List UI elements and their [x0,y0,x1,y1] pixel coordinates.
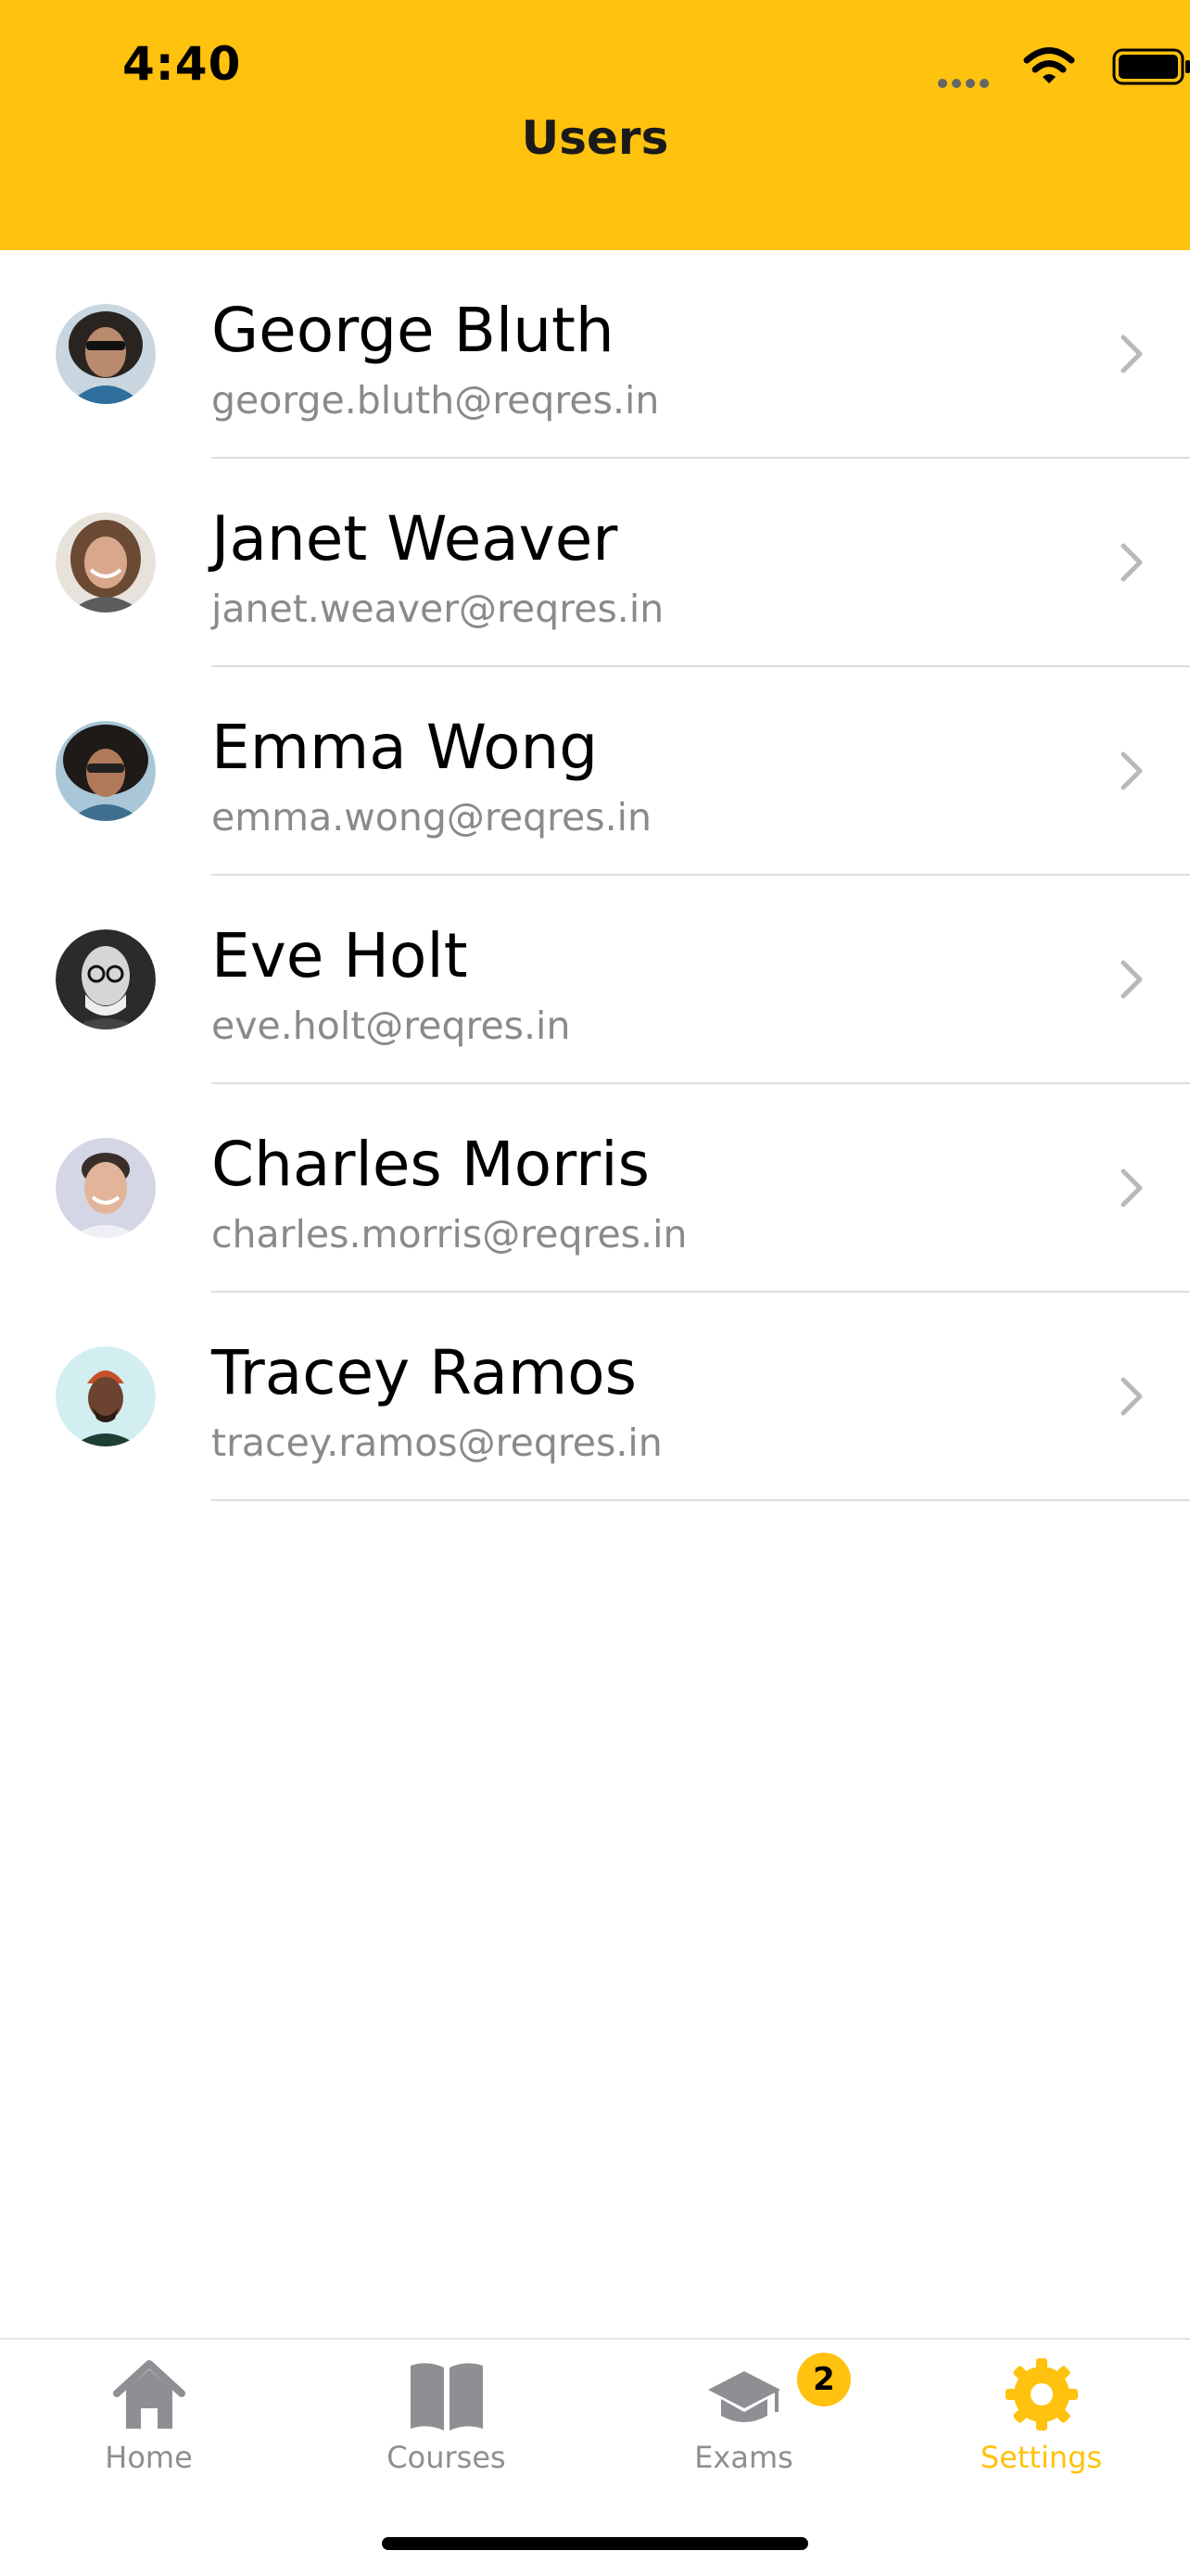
user-email: janet.weaver@reqres.in [211,587,665,631]
cellular-signal-icon [938,74,994,92]
user-list: George Bluth george.bluth@reqres.in Jane… [0,250,1190,1501]
chevron-right-icon [1120,335,1143,373]
nav-header: 4:40 Users [0,0,1190,250]
exams-badge: 2 [797,2353,851,2406]
chevron-right-icon [1120,960,1143,999]
graduation-cap-icon [708,2371,780,2422]
user-avatar [56,512,156,612]
user-row[interactable]: Charles Morris charles.morris@reqres.in [0,1084,1190,1293]
user-row[interactable]: Emma Wong emma.wong@reqres.in [0,667,1190,876]
tab-label: Settings [980,2440,1103,2475]
user-email: emma.wong@reqres.in [211,795,652,840]
chevron-right-icon [1120,1377,1143,1416]
user-row[interactable]: Eve Holt eve.holt@reqres.in [0,876,1190,1084]
book-icon [411,2363,483,2431]
battery-icon [1112,48,1190,85]
user-email: eve.holt@reqres.in [211,1004,571,1048]
tab-label: Exams [694,2440,793,2475]
user-row[interactable]: Tracey Ramos tracey.ramos@reqres.in [0,1293,1190,1501]
tab-exams[interactable]: 2 Exams [595,2340,892,2488]
wifi-icon [1023,47,1075,83]
home-icon [113,2360,185,2429]
user-avatar [56,721,156,821]
user-avatar [56,1346,156,1446]
chevron-right-icon [1120,751,1143,790]
chevron-right-icon [1120,1168,1143,1207]
page-title: Users [521,111,669,165]
user-avatar [56,1138,156,1238]
user-email: charles.morris@reqres.in [211,1212,688,1256]
tab-courses[interactable]: Courses [298,2340,595,2488]
home-indicator [382,2537,808,2550]
user-name: Janet Weaver [211,503,618,575]
gear-icon [1006,2358,1078,2431]
tab-home[interactable]: Home [0,2340,298,2488]
user-avatar [56,929,156,1029]
chevron-right-icon [1120,543,1143,582]
user-row[interactable]: Janet Weaver janet.weaver@reqres.in [0,459,1190,667]
user-email: george.bluth@reqres.in [211,378,660,423]
tab-label: Courses [386,2440,506,2475]
user-name: George Bluth [211,295,614,366]
user-name: Charles Morris [211,1129,650,1200]
user-name: Tracey Ramos [211,1337,638,1408]
status-time: 4:40 [122,37,242,91]
tab-label: Home [105,2440,193,2475]
user-name: Emma Wong [211,712,599,783]
user-avatar [56,304,156,404]
user-name: Eve Holt [211,920,468,991]
tab-settings[interactable]: Settings [892,2340,1190,2488]
row-separator [211,1499,1190,1501]
user-row[interactable]: George Bluth george.bluth@reqres.in [0,250,1190,459]
user-email: tracey.ramos@reqres.in [211,1421,663,1465]
